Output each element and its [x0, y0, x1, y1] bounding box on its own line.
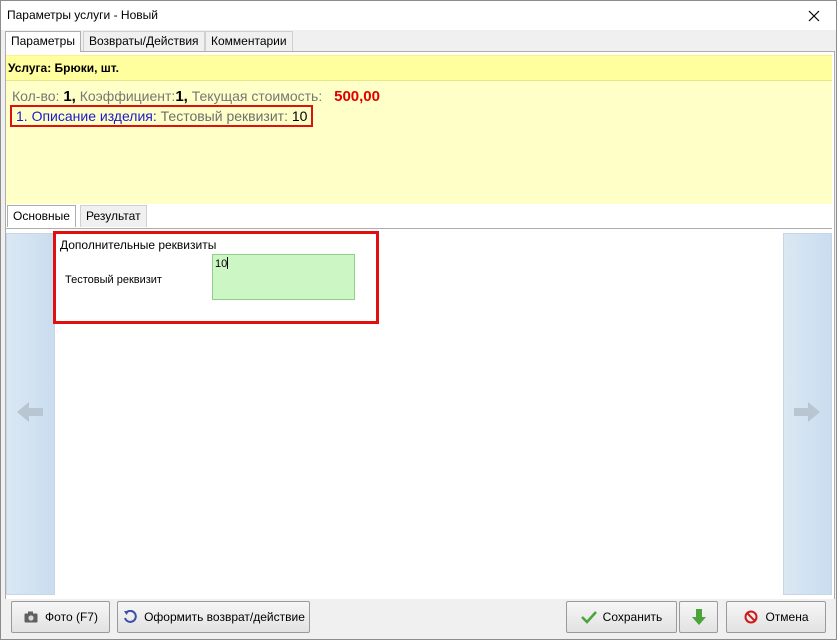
requisites-title: Дополнительные реквизиты [60, 238, 217, 252]
arrow-down-icon [691, 609, 707, 625]
requisite-text: Тестовый реквизит: [160, 108, 288, 124]
return-action-button[interactable]: Оформить возврат/действие [117, 601, 310, 633]
requisite-field-value: 10 [215, 258, 228, 270]
close-icon [808, 10, 820, 21]
requisite-value: 10 [291, 108, 308, 124]
requisite-field-input[interactable]: 10 [212, 254, 355, 300]
tab-result[interactable]: Результат [80, 205, 147, 227]
basic-content: Дополнительные реквизиты Тестовый реквиз… [6, 228, 832, 600]
footer-toolbar: Фото (F7) Оформить возврат/действие Сохр… [1, 599, 836, 639]
tab-basic[interactable]: Основные [7, 205, 76, 227]
additional-requisites-group: Дополнительные реквизиты Тестовый реквиз… [53, 231, 379, 324]
service-header: Услуга: Брюки, шт. [6, 56, 832, 81]
arrow-right-icon [794, 402, 820, 422]
photo-button-label: Фото (F7) [45, 610, 98, 624]
qty-label: Кол-во: [12, 88, 60, 104]
window-title: Параметры услуги - Новый [7, 8, 158, 22]
cancel-button-label: Отмена [765, 610, 809, 624]
save-button[interactable]: Сохранить [566, 601, 677, 633]
cancel-icon [743, 609, 759, 625]
service-summary: Кол-во: 1, Коэффициент:1, Текущая стоимо… [12, 88, 380, 105]
coef-value: 1, [175, 88, 188, 105]
tab-returns-actions[interactable]: Возвраты/Действия [83, 31, 205, 51]
service-info-panel: Услуга: Брюки, шт. Кол-во: 1, Коэффициен… [6, 55, 832, 204]
undo-icon [122, 609, 138, 625]
text-caret [227, 257, 229, 269]
qty-value: 1, [63, 88, 76, 105]
photo-button[interactable]: Фото (F7) [11, 601, 110, 633]
tab-comments[interactable]: Комментарии [205, 31, 293, 51]
next-button[interactable] [783, 233, 832, 595]
save-options-button[interactable] [679, 601, 718, 633]
params-panel: Услуга: Брюки, шт. Кол-во: 1, Коэффициен… [5, 51, 835, 601]
prev-button[interactable] [6, 233, 55, 595]
cost-label: Текущая стоимость: [191, 88, 323, 104]
requisite-field-label: Тестовый реквизит [65, 274, 162, 286]
coef-label: Коэффициент: [79, 88, 176, 104]
checkmark-icon [580, 609, 597, 625]
camera-icon [23, 609, 39, 625]
description-prefix: 1. Описание изделия: [16, 108, 157, 124]
save-button-label: Сохранить [602, 610, 663, 624]
cancel-button[interactable]: Отмена [726, 601, 826, 633]
arrow-left-icon [17, 402, 43, 422]
close-button[interactable] [792, 1, 836, 30]
description-line: 1. Описание изделия: Тестовый реквизит: … [10, 105, 314, 127]
return-action-label: Оформить возврат/действие [144, 610, 305, 624]
cost-value: 500,00 [334, 88, 380, 105]
tab-params[interactable]: Параметры [5, 31, 81, 52]
service-title: Услуга: Брюки, шт. [8, 61, 119, 75]
service-params-window: Параметры услуги - Новый Параметры Возвр… [0, 0, 837, 640]
title-bar: Параметры услуги - Новый [1, 1, 836, 30]
